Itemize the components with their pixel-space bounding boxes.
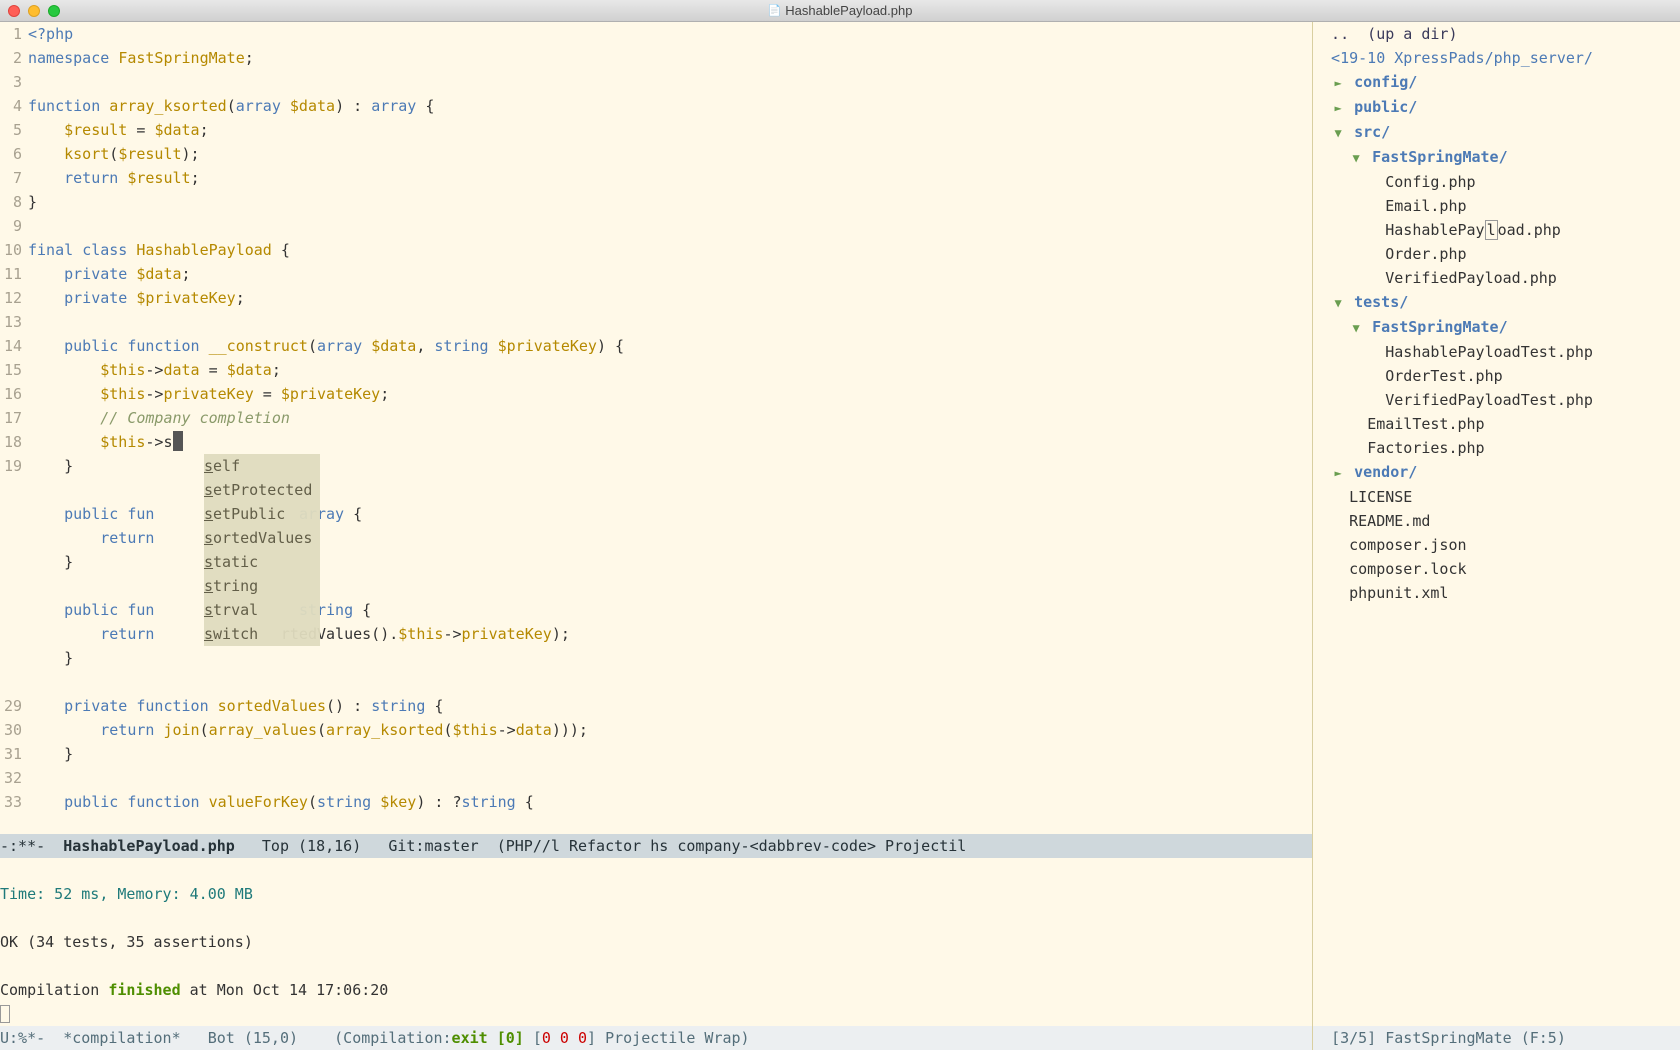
dired-item[interactable]: LICENSE — [1313, 485, 1680, 509]
completion-item[interactable]: strval — [204, 598, 320, 622]
dired-item[interactable]: composer.json — [1313, 533, 1680, 557]
completion-item[interactable]: string — [204, 574, 320, 598]
completion-item[interactable]: sortedValues — [204, 526, 320, 550]
dired-up[interactable]: .. (up a dir) — [1313, 22, 1680, 46]
close-button[interactable] — [8, 5, 20, 17]
code-area[interactable]: <?phpnamespace FastSpringMate; function … — [28, 22, 1312, 834]
dired-item[interactable]: phpunit.xml — [1313, 581, 1680, 605]
dired-item[interactable]: ▼ FastSpringMate/ — [1313, 145, 1680, 170]
completion-item[interactable]: setPublic — [204, 502, 320, 526]
dired-item[interactable]: ▼ tests/ — [1313, 290, 1680, 315]
modeline-main: -:**- HashablePayload.php Top (18,16) Gi… — [0, 834, 1312, 858]
dired-item[interactable]: ▼ src/ — [1313, 120, 1680, 145]
completion-item[interactable]: self — [204, 454, 320, 478]
completion-popup[interactable]: selfsetProtectedsetPublicsortedValuessta… — [204, 454, 320, 646]
dired-item[interactable]: Order.php — [1313, 242, 1680, 266]
dired-item[interactable]: ► config/ — [1313, 70, 1680, 95]
dired-item[interactable]: VerifiedPayload.php — [1313, 266, 1680, 290]
completion-item[interactable]: static — [204, 550, 320, 574]
dired-item[interactable]: OrderTest.php — [1313, 364, 1680, 388]
completion-item[interactable]: switch — [204, 622, 320, 646]
dired-item[interactable]: Factories.php — [1313, 436, 1680, 460]
compilation-buffer[interactable]: Time: 52 ms, Memory: 4.00 MB OK (34 test… — [0, 858, 1312, 1026]
titlebar: 📄 HashablePayload.php — [0, 0, 1680, 22]
cursor-box — [0, 1005, 10, 1023]
dired-item[interactable]: VerifiedPayloadTest.php — [1313, 388, 1680, 412]
dired-item[interactable]: composer.lock — [1313, 557, 1680, 581]
file-tree[interactable]: .. (up a dir) <19-10 XpressPads/php_serv… — [1313, 22, 1680, 1026]
dired-item[interactable]: HashablePayloadTest.php — [1313, 340, 1680, 364]
code-editor[interactable]: 12345678910111213141516171819 2930313233… — [0, 22, 1312, 834]
minimize-button[interactable] — [28, 5, 40, 17]
dired-item[interactable]: Config.php — [1313, 170, 1680, 194]
modeline-compilation: U:%*- *compilation* Bot (15,0) (Compilat… — [0, 1026, 1312, 1050]
file-icon: 📄 — [768, 4, 782, 17]
dired-item[interactable]: Email.php — [1313, 194, 1680, 218]
dired-item[interactable]: ▼ FastSpringMate/ — [1313, 315, 1680, 340]
maximize-button[interactable] — [48, 5, 60, 17]
window-title: 📄 HashablePayload.php — [768, 3, 913, 18]
compilation-finished: Compilation finished at Mon Oct 14 17:06… — [0, 981, 388, 999]
window-controls — [8, 5, 60, 17]
dired-item[interactable]: README.md — [1313, 509, 1680, 533]
window-title-text: HashablePayload.php — [785, 3, 912, 18]
compilation-ok: OK (34 tests, 35 assertions) — [0, 933, 253, 951]
compilation-time: Time: 52 ms, Memory: 4.00 MB — [0, 885, 253, 903]
completion-item[interactable]: setProtected — [204, 478, 320, 502]
modeline-dired: [3/5] FastSpringMate (F:5) — [1313, 1026, 1680, 1050]
dired-item[interactable]: HashablePayload.php — [1313, 218, 1680, 242]
dired-item[interactable]: EmailTest.php — [1313, 412, 1680, 436]
line-gutter: 12345678910111213141516171819 2930313233 — [0, 22, 28, 834]
dired-item[interactable]: ► vendor/ — [1313, 460, 1680, 485]
dired-item[interactable]: ► public/ — [1313, 95, 1680, 120]
dired-root[interactable]: <19-10 XpressPads/php_server/ — [1313, 46, 1680, 70]
